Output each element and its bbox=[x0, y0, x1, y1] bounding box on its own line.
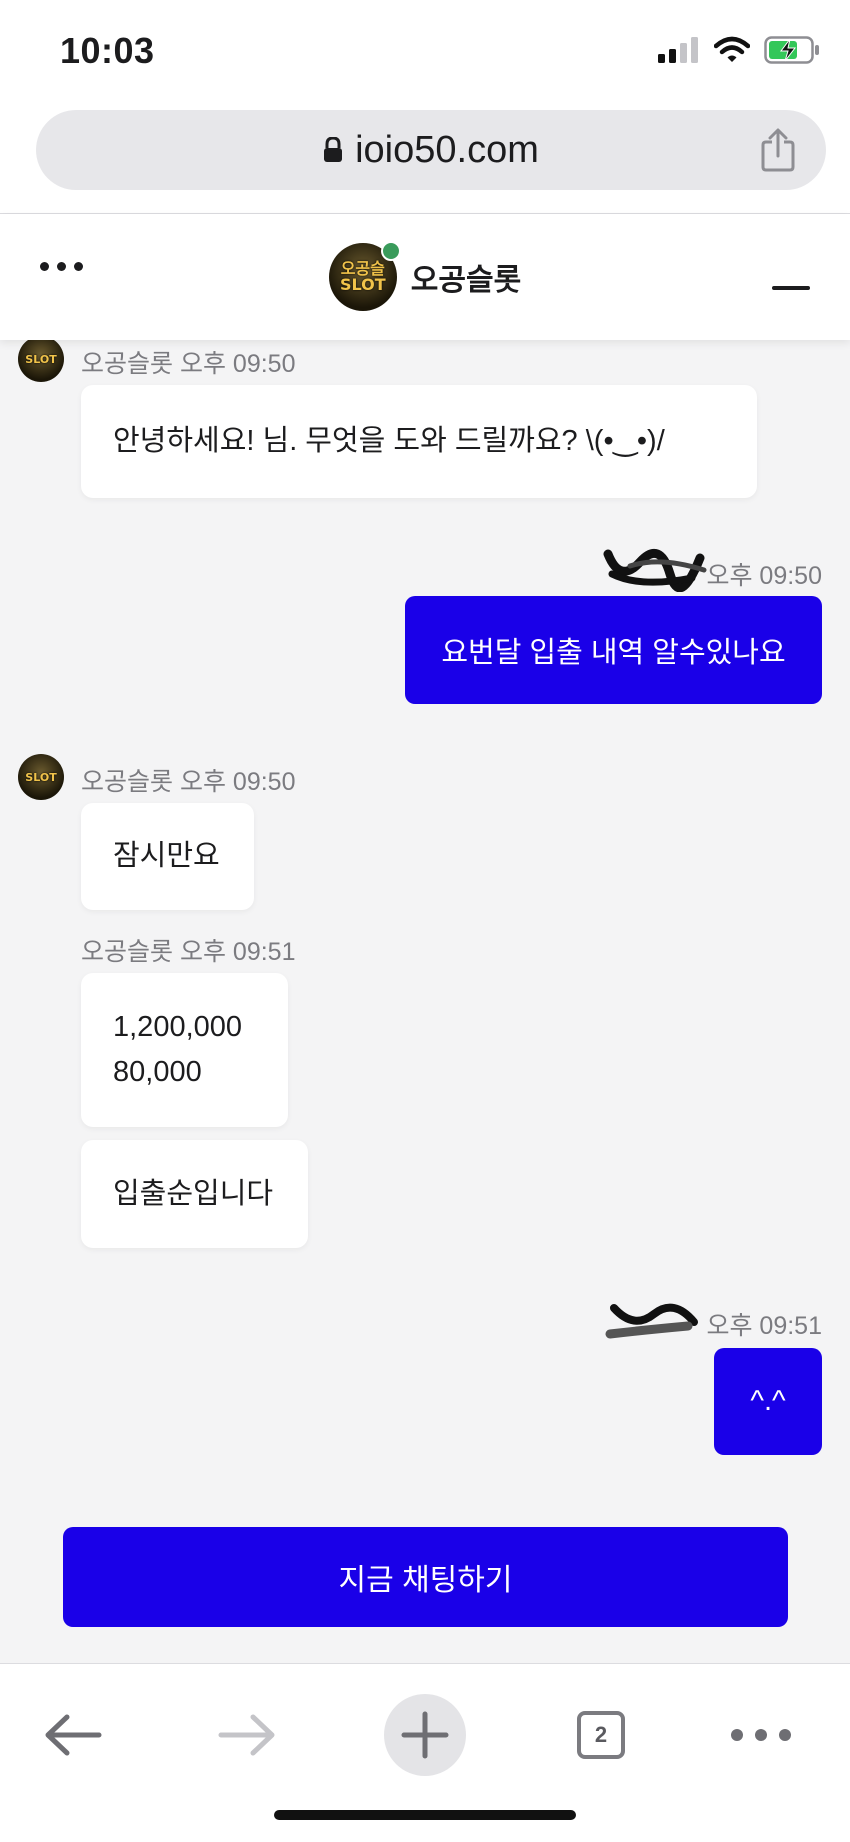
message-text: 안녕하세요! 님. 무엇을 도와 드릴까요? \(•‿•)/ bbox=[113, 425, 665, 457]
sender-name: 오공슬롯 bbox=[81, 350, 174, 378]
agent-message: 안녕하세요! 님. 무엇을 도와 드릴까요? \(•‿•)/ bbox=[81, 385, 757, 498]
message-time: 오후 09:50 bbox=[706, 562, 822, 590]
new-tab-button[interactable] bbox=[380, 1690, 470, 1780]
status-icons bbox=[658, 36, 820, 64]
user-message: ^.^ bbox=[714, 1348, 822, 1455]
avatar: SLOT bbox=[18, 754, 64, 800]
message-meta: 오후 09:50 bbox=[706, 556, 822, 592]
agent-message: 입출순입니다 bbox=[81, 1140, 308, 1248]
home-indicator bbox=[274, 1810, 576, 1820]
more-options-button[interactable] bbox=[716, 1690, 806, 1780]
back-arrow-icon bbox=[45, 1714, 102, 1756]
status-bar: 10:03 bbox=[0, 0, 850, 100]
user-message: 요번달 입출 내역 알수있나요 bbox=[405, 596, 822, 704]
message-meta: 오공슬롯 오후 09:50 bbox=[81, 344, 295, 380]
browser-address-area: ioio50.com bbox=[0, 100, 850, 214]
forward-button[interactable] bbox=[202, 1690, 292, 1780]
start-chat-label: 지금 채팅하기 bbox=[338, 1564, 513, 1597]
sender-name: 오공슬롯 bbox=[81, 938, 174, 966]
message-time: 오후 09:51 bbox=[179, 938, 296, 966]
tabs-button[interactable]: 2 bbox=[556, 1690, 646, 1780]
sender-name: 오공슬롯 bbox=[81, 768, 174, 796]
forward-arrow-icon bbox=[218, 1714, 275, 1756]
avatar: SLOT bbox=[18, 340, 64, 382]
message-text: 잠시만요 bbox=[113, 840, 220, 872]
message-time: 오후 09:50 bbox=[179, 350, 296, 378]
message-text: 요번달 입출 내역 알수있나요 bbox=[441, 637, 786, 669]
message-meta: 오후 09:51 bbox=[706, 1306, 822, 1342]
share-icon[interactable] bbox=[758, 128, 798, 172]
message-text-line: 80,000 bbox=[113, 1056, 202, 1088]
message-time: 오후 09:50 bbox=[179, 768, 296, 796]
signal-icon bbox=[658, 37, 698, 63]
redaction-scribble bbox=[603, 548, 707, 592]
message-text-line: 1,200,000 bbox=[113, 1011, 243, 1043]
tabs-icon: 2 bbox=[577, 1711, 625, 1759]
message-meta: 오공슬롯 오후 09:51 bbox=[81, 932, 295, 968]
message-text: ^.^ bbox=[750, 1385, 786, 1417]
lock-icon bbox=[324, 137, 343, 162]
message-time: 오후 09:51 bbox=[706, 1312, 822, 1340]
chat-messages: SLOT 오공슬롯 오후 09:50 안녕하세요! 님. 무엇을 도와 드릴까요… bbox=[0, 340, 850, 1663]
brand-logo: 오공슬 SLOT bbox=[328, 241, 401, 311]
battery-icon bbox=[764, 36, 819, 64]
chat-title: 오공슬롯 bbox=[410, 264, 522, 297]
plus-icon bbox=[401, 1711, 449, 1759]
back-button[interactable] bbox=[28, 1690, 118, 1780]
online-status-dot bbox=[380, 241, 401, 261]
minimize-icon[interactable] bbox=[772, 286, 810, 290]
more-options-icon bbox=[731, 1729, 791, 1741]
redaction-scribble bbox=[605, 1303, 698, 1339]
url-text: ioio50.com bbox=[355, 128, 539, 171]
chat-header: 오공슬 SLOT 오공슬롯 bbox=[0, 214, 850, 340]
status-time: 10:03 bbox=[60, 30, 155, 71]
message-meta: 오공슬롯 오후 09:50 bbox=[81, 762, 295, 798]
start-chat-button[interactable]: 지금 채팅하기 bbox=[63, 1527, 788, 1627]
address-bar[interactable]: ioio50.com bbox=[36, 110, 826, 190]
brand-logo-text: SLOT bbox=[25, 770, 57, 784]
wifi-icon bbox=[714, 36, 750, 62]
message-text: 입출순입니다 bbox=[113, 1177, 274, 1210]
brand-logo-text: SLOT bbox=[25, 352, 57, 366]
agent-message: 1,200,000 80,000 bbox=[81, 973, 288, 1127]
tab-count: 2 bbox=[594, 1722, 608, 1747]
brand-logo-text: 오공슬 SLOT bbox=[339, 259, 386, 294]
browser-toolbar: 2 bbox=[0, 1663, 850, 1842]
agent-message: 잠시만요 bbox=[81, 803, 254, 910]
